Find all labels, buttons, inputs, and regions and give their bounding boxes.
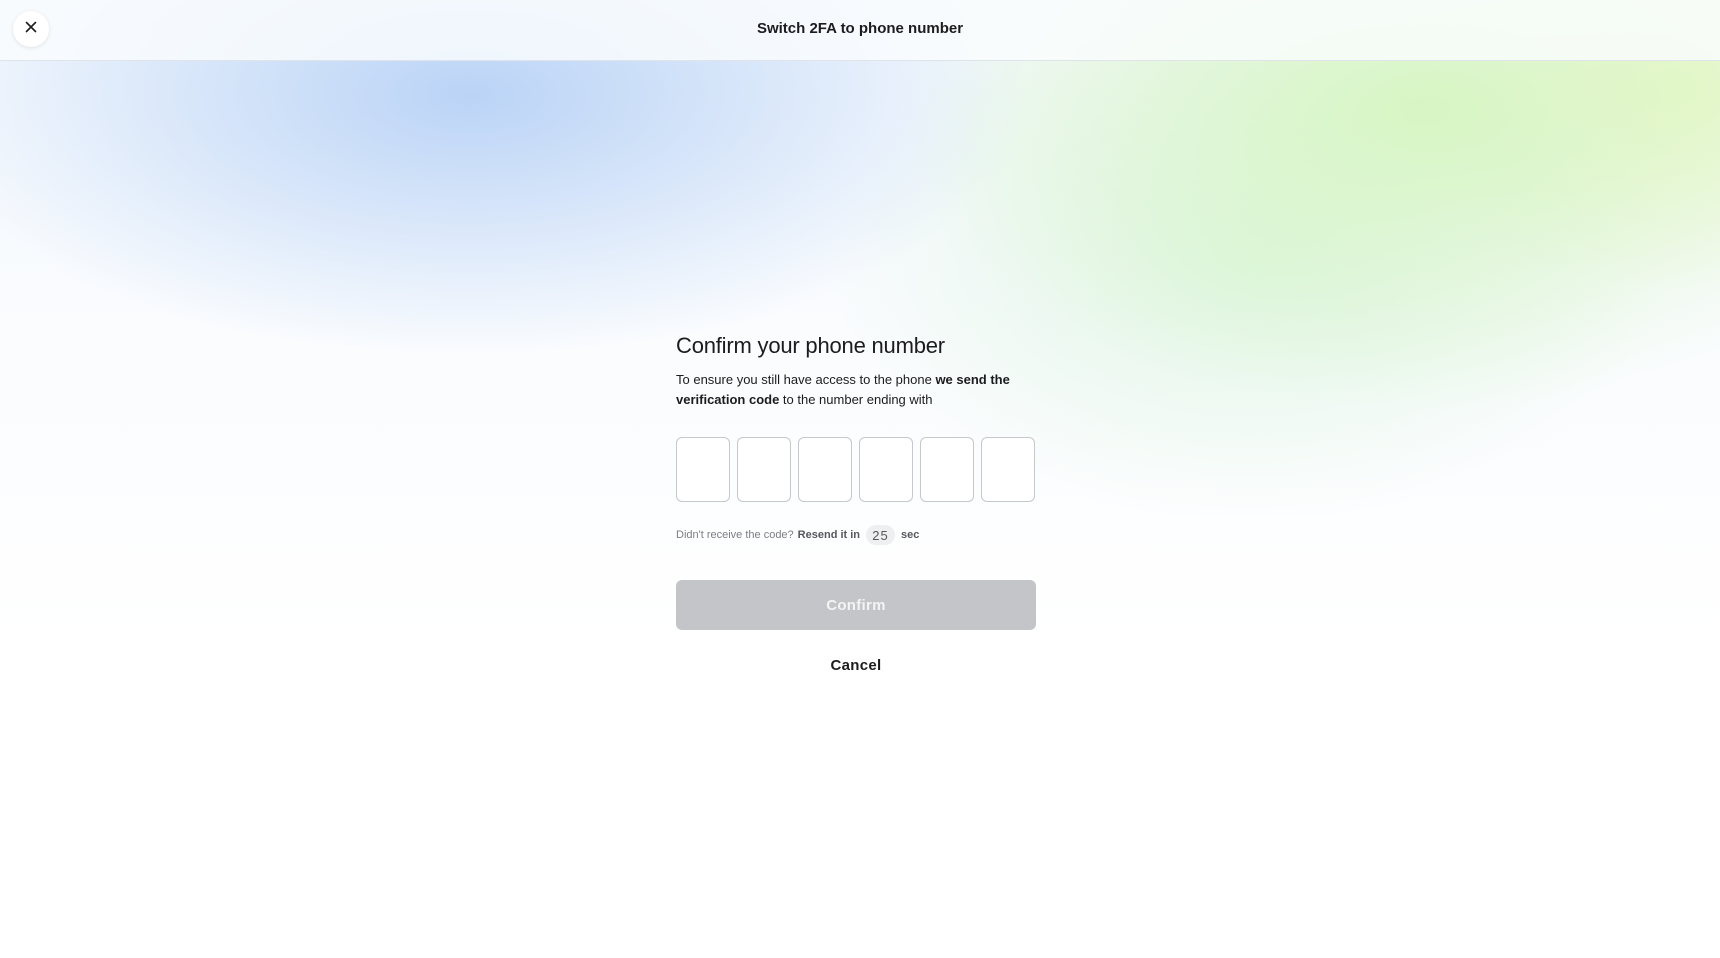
resend-unit: sec [901, 529, 920, 541]
resend-prompt: Didn't receive the code? [676, 529, 794, 541]
resend-timer: 25 [866, 525, 896, 545]
verification-code-input [676, 437, 1036, 502]
code-digit-4[interactable] [859, 437, 913, 502]
cancel-button[interactable]: Cancel [831, 657, 882, 674]
confirm-description: To ensure you still have access to the p… [676, 370, 1016, 410]
resend-label: Resend it in [797, 529, 861, 541]
code-digit-5[interactable] [920, 437, 974, 502]
code-digit-1[interactable] [676, 437, 730, 502]
code-digit-6[interactable] [981, 437, 1035, 502]
description-text-end: to the number ending with [779, 392, 933, 407]
resend-row: Didn't receive the code? Resend it in 25… [676, 525, 1036, 545]
description-text: To ensure you still have access to the p… [676, 372, 936, 387]
top-bar: Switch 2FA to phone number [0, 0, 1720, 61]
code-digit-3[interactable] [798, 437, 852, 502]
confirm-phone-panel: Confirm your phone number To ensure you … [676, 332, 1036, 674]
confirm-heading: Confirm your phone number [676, 333, 945, 358]
page-title: Switch 2FA to phone number [756, 20, 964, 37]
code-digit-2[interactable] [737, 437, 791, 502]
confirm-button[interactable]: Confirm [676, 580, 1036, 630]
